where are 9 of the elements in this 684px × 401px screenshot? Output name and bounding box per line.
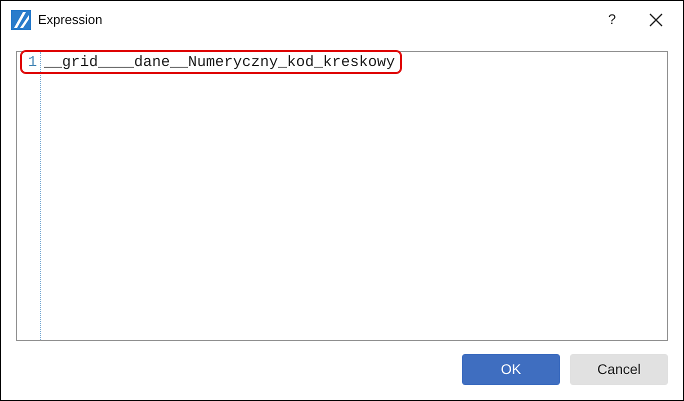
- cancel-button[interactable]: Cancel: [570, 354, 668, 385]
- app-logo-icon: [11, 10, 31, 30]
- line-number: 1: [26, 53, 38, 73]
- ok-button[interactable]: OK: [462, 354, 560, 385]
- close-icon: [649, 12, 663, 26]
- code-line: __grid____dane__Numeryczny_kod_kreskowy: [43, 53, 396, 73]
- window-title: Expression: [38, 10, 102, 29]
- help-button[interactable]: ?: [597, 6, 627, 32]
- code-editor[interactable]: 1 __grid____dane__Numeryczny_kod_kreskowy: [16, 51, 668, 341]
